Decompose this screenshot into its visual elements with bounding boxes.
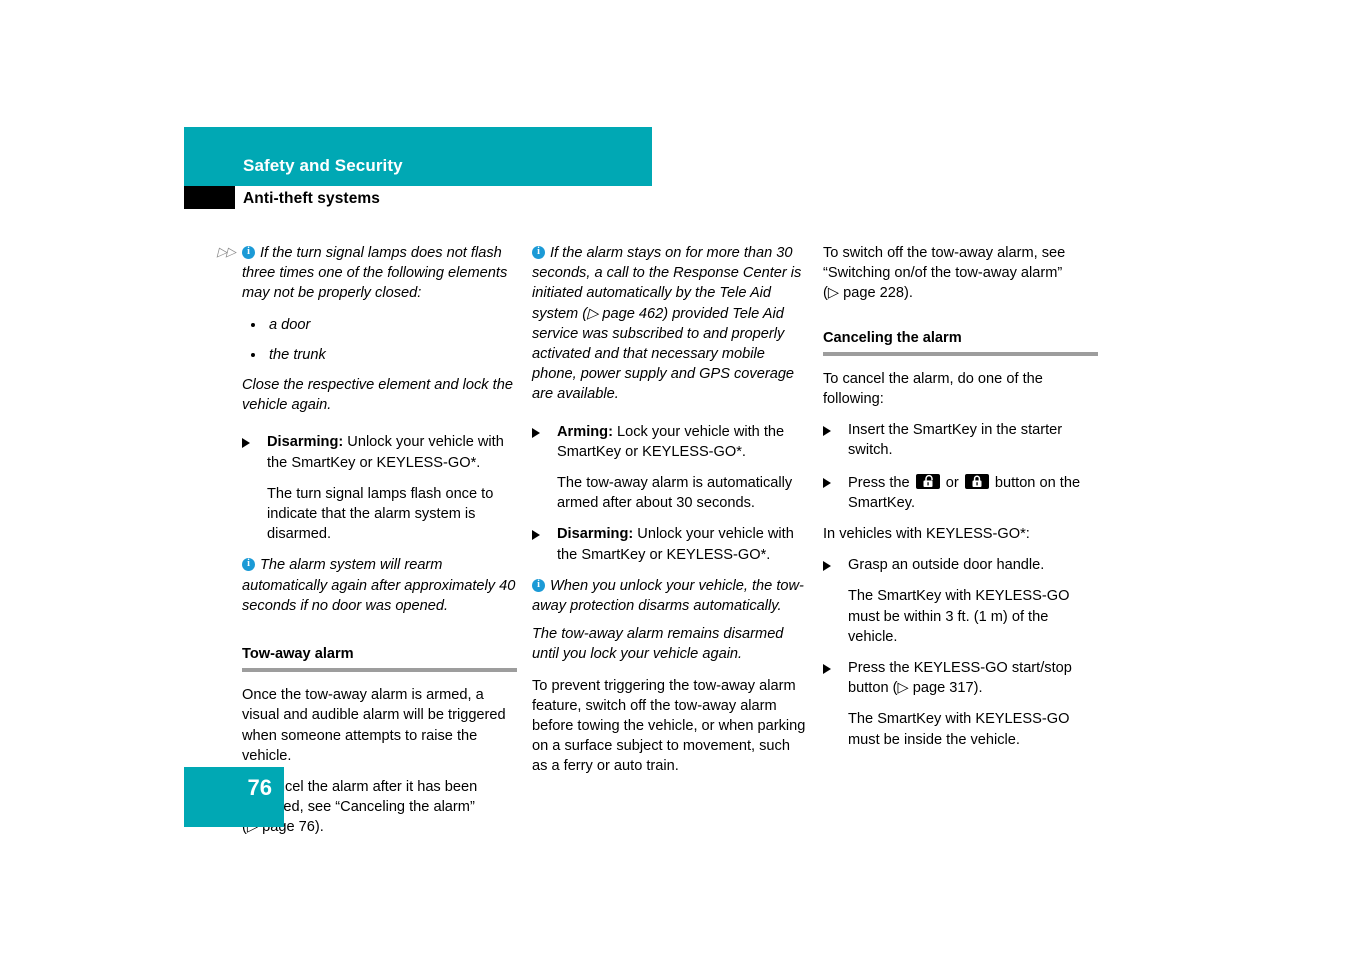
- header-black-marker: [184, 186, 235, 209]
- para-prevent-triggering: To prevent triggering the tow-away alarm…: [532, 677, 806, 775]
- note-remains-disarmed: The tow-away alarm remains disarmed unti…: [532, 626, 784, 663]
- content-column-2: If the alarm stays on for more than 30 s…: [532, 243, 807, 788]
- continuation-marker-icon: ▷▷: [217, 244, 236, 259]
- info-icon: [532, 578, 545, 592]
- step-disarming: Disarming: Unlock your vehicle with the …: [242, 432, 517, 472]
- list-item: the trunk: [242, 345, 517, 365]
- page-number: 76: [247, 775, 272, 800]
- content-column-3: To switch off the tow-away alarm, see “S…: [823, 243, 1098, 761]
- step-press-prefix: Press the: [848, 474, 914, 491]
- step-grasp-door-handle: Grasp an outside door handle.: [823, 555, 1098, 575]
- list-item: a door: [242, 315, 517, 335]
- unlock-padlock-icon[interactable]: [915, 473, 940, 489]
- step-disarming-label: Disarming:: [557, 526, 634, 543]
- note-turn-signal: ▷▷ If the turn signal lamps does not fla…: [217, 243, 517, 304]
- step-grasp-detail: The SmartKey with KEYLESS-GO must be wit…: [848, 588, 1070, 645]
- note-response-center: If the alarm stays on for more than 30 s…: [532, 243, 807, 405]
- step-arming: Arming: Lock your vehicle with the Smart…: [532, 422, 807, 462]
- info-icon: [532, 245, 545, 259]
- para-switch-off-reference: To switch off the tow-away alarm, see “S…: [823, 243, 1098, 304]
- section-header-bar: Safety and Security: [184, 127, 652, 186]
- heading-tow-away-alarm: Tow-away alarm: [242, 646, 354, 663]
- page-number-block: 76: [184, 767, 284, 827]
- step-disarming: Disarming: Unlock your vehicle with the …: [532, 524, 807, 564]
- note-turn-signal-text: If the turn signal lamps does not flash …: [242, 245, 508, 302]
- para-cancel-intro: To cancel the alarm, do one of the follo…: [823, 370, 1043, 408]
- heading-rule: [823, 351, 1098, 356]
- page-title: Safety and Security: [243, 156, 403, 175]
- note-response-center-text: If the alarm stays on for more than 30 s…: [532, 245, 802, 403]
- content-column-1: ▷▷ If the turn signal lamps does not fla…: [217, 243, 517, 849]
- info-icon: [242, 245, 255, 259]
- note-unlock-disarm-text: When you unlock your vehicle, the tow-aw…: [532, 577, 804, 615]
- note-rearm-text: The alarm system will rearm automaticall…: [242, 557, 516, 614]
- step-insert-smartkey: Insert the SmartKey in the starter switc…: [823, 420, 1098, 460]
- step-disarming-detail: The turn signal lamps flash once to indi…: [267, 485, 494, 543]
- step-press-start-stop: Press the KEYLESS-GO start/stop button (…: [823, 658, 1098, 698]
- heading-canceling-the-alarm: Canceling the alarm: [823, 329, 962, 346]
- subsection-title: Anti-theft systems: [243, 190, 381, 207]
- step-press-lock-buttons: Press the or button on the SmartKey.: [823, 472, 1098, 513]
- step-arming-label: Arming:: [557, 423, 613, 440]
- lock-padlock-icon[interactable]: [964, 473, 989, 489]
- step-arming-detail: The tow-away alarm is automatically arme…: [557, 475, 793, 512]
- info-icon: [242, 557, 255, 572]
- heading-rule: [242, 668, 517, 673]
- note-unlock-disarm: When you unlock your vehicle, the tow-aw…: [532, 576, 807, 616]
- page-reference: (▷ page 228).: [823, 285, 913, 302]
- para-switch-off-text: To switch off the tow-away alarm, see “S…: [823, 245, 1066, 282]
- para-keyless-go-intro: In vehicles with KEYLESS-GO*:: [823, 526, 1030, 543]
- para-tow-away-description: Once the tow-away alarm is armed, a visu…: [242, 687, 506, 764]
- step-disarming-label: Disarming:: [267, 434, 344, 451]
- step-press-or: or: [941, 474, 963, 491]
- note-close-element: Close the respective element and lock th…: [242, 377, 513, 414]
- note-rearm: The alarm system will rearm automaticall…: [242, 555, 517, 616]
- step-press-start-detail: The SmartKey with KEYLESS-GO must be ins…: [848, 711, 1070, 748]
